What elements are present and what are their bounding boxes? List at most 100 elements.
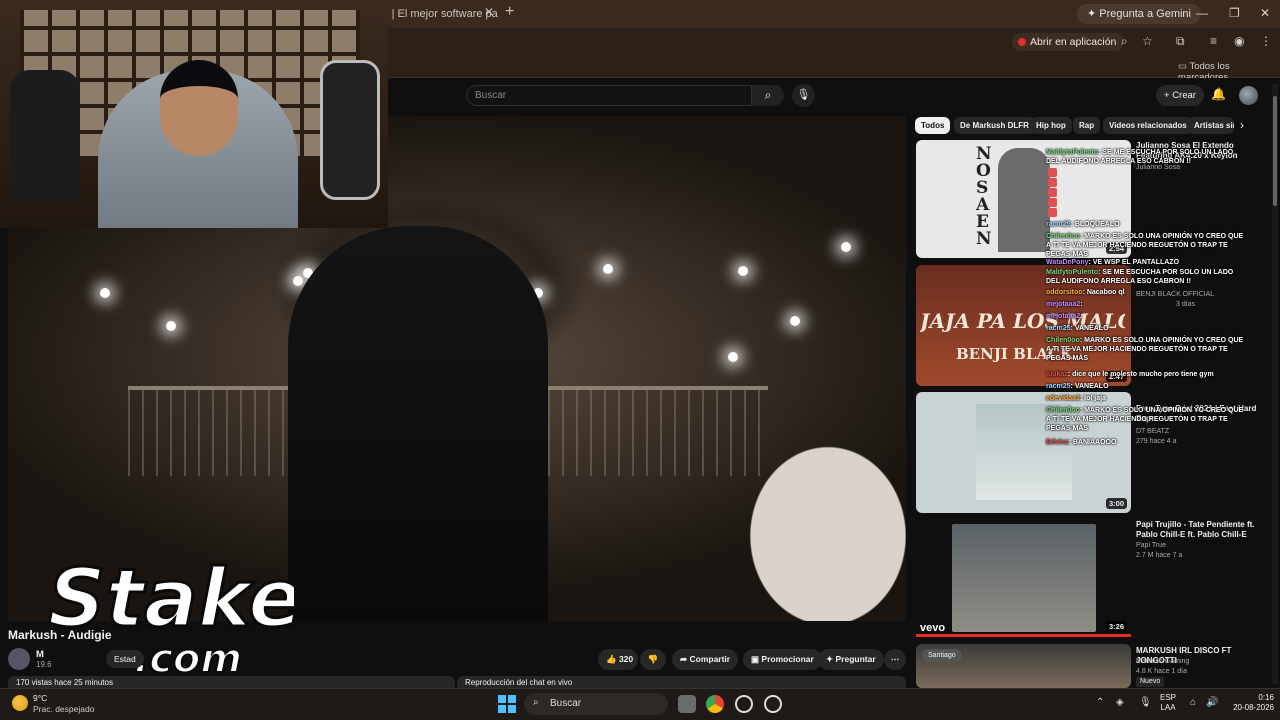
recommendation-channel: Markush Gaming xyxy=(1136,658,1190,665)
extensions-icon[interactable]: ⧉ xyxy=(1176,34,1185,49)
chat-username[interactable]: oddorsitoo xyxy=(1046,289,1083,296)
chat-text: lol jaja xyxy=(1084,395,1106,402)
channel-name[interactable]: M xyxy=(36,649,44,660)
search-placeholder: Buscar xyxy=(475,90,507,101)
tray-app-icon[interactable]: ◈ xyxy=(1116,697,1124,708)
media-player-icon[interactable] xyxy=(735,695,753,713)
menu-icon[interactable]: ⋮ xyxy=(1260,34,1272,48)
minimize-icon[interactable]: — xyxy=(1196,6,1208,20)
task-view-icon[interactable] xyxy=(678,695,696,713)
chat-emote-icon xyxy=(1048,168,1057,177)
chat-username[interactable]: WataDePony xyxy=(1046,259,1089,266)
recommendation-channel: Papi True xyxy=(1136,542,1166,549)
new-tab-icon[interactable]: + xyxy=(505,3,514,21)
chat-message: MaldytoPulento: SE ME ESCUCHA POR SOLO U… xyxy=(1046,148,1246,166)
volume-icon[interactable]: 🔊 xyxy=(1206,697,1218,708)
open-in-app-label: Abrir en aplicación xyxy=(1030,36,1117,48)
channel-avatar[interactable] xyxy=(8,648,30,670)
youtube-icon xyxy=(1018,38,1026,46)
zoom-icon[interactable]: ⌕ xyxy=(1121,34,1128,49)
chat-username[interactable]: edevidaa3 xyxy=(1046,395,1080,402)
weather-temperature[interactable]: 9°C xyxy=(33,693,47,703)
chat-username[interactable]: racm25 xyxy=(1046,383,1071,390)
chat-username[interactable]: Chilen0oo xyxy=(1046,407,1080,414)
chip-hip-hop[interactable]: Hip hop xyxy=(1030,117,1072,134)
chip-rap[interactable]: Rap xyxy=(1073,117,1101,134)
chat-text: Nacaboo ql xyxy=(1086,289,1125,296)
microphone-icon[interactable]: 🎙 xyxy=(1139,697,1152,708)
chat-message: luukaz: dice que le molesto mucho pero t… xyxy=(1046,370,1246,379)
restore-icon[interactable]: ❐ xyxy=(1229,6,1240,20)
gemini-label: Pregunta a Gemini xyxy=(1099,8,1191,20)
chat-username[interactable]: racm25 xyxy=(1046,325,1071,332)
share-button[interactable]: ➦ Compartir xyxy=(672,649,739,670)
subscriber-count: 19.6 xyxy=(36,660,52,669)
chat-message: mejotaaa2: xyxy=(1046,312,1246,321)
microphone-icon[interactable]: 🎙 xyxy=(792,84,815,107)
search-icon[interactable]: ⌕ xyxy=(752,85,784,106)
language-indicator[interactable]: ESP LAA xyxy=(1160,693,1176,713)
taskbar-search[interactable]: Buscar xyxy=(524,693,668,715)
recommendation-thumbnail[interactable]: Santiago xyxy=(916,644,1131,688)
network-icon[interactable]: ⌂ xyxy=(1190,697,1196,708)
chat-username[interactable]: Chilen0oo xyxy=(1046,233,1080,240)
phone-light xyxy=(841,242,851,252)
gemini-button[interactable]: ✦ Pregunta a Gemini xyxy=(1077,4,1201,24)
video-title: Markush - Audigie xyxy=(8,628,112,642)
chat-username[interactable]: racm25 xyxy=(1046,221,1071,228)
chat-message: racm25: VANEALO xyxy=(1046,324,1246,333)
scrollbar-thumb[interactable] xyxy=(1273,96,1277,206)
state-chip[interactable]: Estad xyxy=(106,650,144,668)
chat-username[interactable]: Edvinz xyxy=(1046,439,1069,446)
create-button[interactable]: + Crear xyxy=(1156,85,1204,106)
open-in-app-button[interactable]: Abrir en aplicación xyxy=(1012,33,1125,51)
chat-replay-label: Reproducción del chat en vivo xyxy=(465,678,573,687)
system-clock[interactable]: 0:16 20-08-2026 xyxy=(1222,693,1274,713)
promote-label: Promocionar xyxy=(761,654,814,664)
close-window-icon[interactable]: ✕ xyxy=(1260,6,1270,20)
ask-button[interactable]: ✦ Preguntar xyxy=(818,649,884,670)
phone-light xyxy=(603,264,613,274)
chat-message: racm25: BLOQUEALO xyxy=(1046,220,1246,229)
chevron-right-icon[interactable]: › xyxy=(1240,118,1244,132)
chat-username[interactable]: luukaz xyxy=(1046,371,1068,378)
notifications-bell-icon[interactable]: 🔔 xyxy=(1211,87,1226,101)
chrome-icon[interactable] xyxy=(706,695,724,713)
like-button[interactable]: 👍 320 xyxy=(598,649,638,670)
thumb-scene xyxy=(952,524,1096,632)
chevron-up-icon[interactable]: ⌃ xyxy=(1096,697,1104,708)
like-count: 320 xyxy=(618,654,634,664)
bookmark-star-icon[interactable]: ☆ xyxy=(1142,34,1153,48)
chat-username[interactable]: mejotaaa2 xyxy=(1046,301,1080,308)
chip-related[interactable]: Videos relacionados xyxy=(1103,117,1193,134)
account-avatar[interactable] xyxy=(1239,86,1258,105)
chat-username[interactable]: mejotaaa2 xyxy=(1046,313,1080,320)
close-tab-icon[interactable]: ✕ xyxy=(484,5,494,19)
search-input[interactable]: Buscar xyxy=(466,85,752,106)
new-badge: Nuevo xyxy=(1136,677,1165,687)
recommendation-thumbnail[interactable]: vevo 3:26 xyxy=(916,520,1131,636)
browser-tab[interactable]: ts | El mejor software pa xyxy=(380,2,500,26)
chip-all[interactable]: Todos xyxy=(915,117,951,134)
profile-icon[interactable]: ◉ xyxy=(1234,34,1244,48)
chat-username[interactable]: Chilen0oo xyxy=(1046,337,1080,344)
chat-text: BLOQUEALO xyxy=(1074,221,1120,228)
chat-message: Chilen0oo: MARKO ES SOLO UNA OPINIÓN YO … xyxy=(1046,406,1246,433)
webcam-overlay xyxy=(0,0,388,228)
chat-username[interactable]: MaldytoPulento xyxy=(1046,269,1098,276)
chip-from-channel[interactable]: De Markush DLFR xyxy=(954,117,1035,134)
chat-username[interactable]: MaldytoPulento xyxy=(1046,149,1098,156)
dislike-icon[interactable]: 👎 xyxy=(640,649,666,670)
weather-sun-icon[interactable] xyxy=(12,695,28,711)
promote-button[interactable]: ▣ Promocionar xyxy=(743,649,822,670)
more-actions-icon[interactable]: ⋯ xyxy=(884,649,906,670)
lang-primary: ESP xyxy=(1160,693,1177,702)
performer-silhouette xyxy=(288,226,548,621)
media-controls-icon[interactable]: ≡ xyxy=(1210,34,1217,48)
app-icon[interactable] xyxy=(764,695,782,713)
chip-artists[interactable]: Artistas sir xyxy=(1188,117,1234,134)
windows-start-icon[interactable] xyxy=(498,695,516,713)
phone-light xyxy=(166,321,176,331)
recommendation-title[interactable]: Papi Trujillo - Tate Pendiente ft. Pablo… xyxy=(1136,520,1266,540)
vevo-badge: vevo xyxy=(920,622,946,634)
